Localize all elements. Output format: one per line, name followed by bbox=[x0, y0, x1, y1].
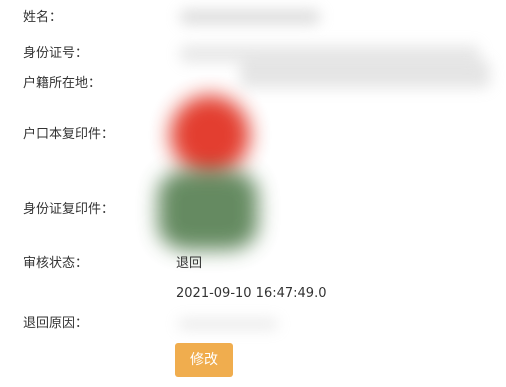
review-status-label: 审核状态： bbox=[23, 256, 89, 271]
return-reason-value-redacted bbox=[178, 319, 278, 329]
name-label: 姓名： bbox=[23, 10, 63, 25]
id-copy-image[interactable] bbox=[158, 170, 258, 250]
return-reason-label: 退回原因： bbox=[23, 316, 89, 331]
id-copy-label: 身份证复印件： bbox=[23, 202, 115, 217]
household-location-value-redacted bbox=[240, 60, 490, 88]
review-time: 2021-09-10 16:47:49.0 bbox=[176, 286, 327, 301]
household-copy-label: 户口本复印件： bbox=[23, 127, 115, 142]
household-copy-image[interactable] bbox=[170, 95, 250, 175]
review-status-value: 退回 bbox=[176, 256, 203, 271]
household-location-label: 户籍所在地： bbox=[23, 76, 102, 91]
id-number-label: 身份证号： bbox=[23, 46, 89, 61]
modify-button[interactable]: 修改 bbox=[175, 343, 233, 377]
name-value-redacted bbox=[180, 10, 320, 24]
